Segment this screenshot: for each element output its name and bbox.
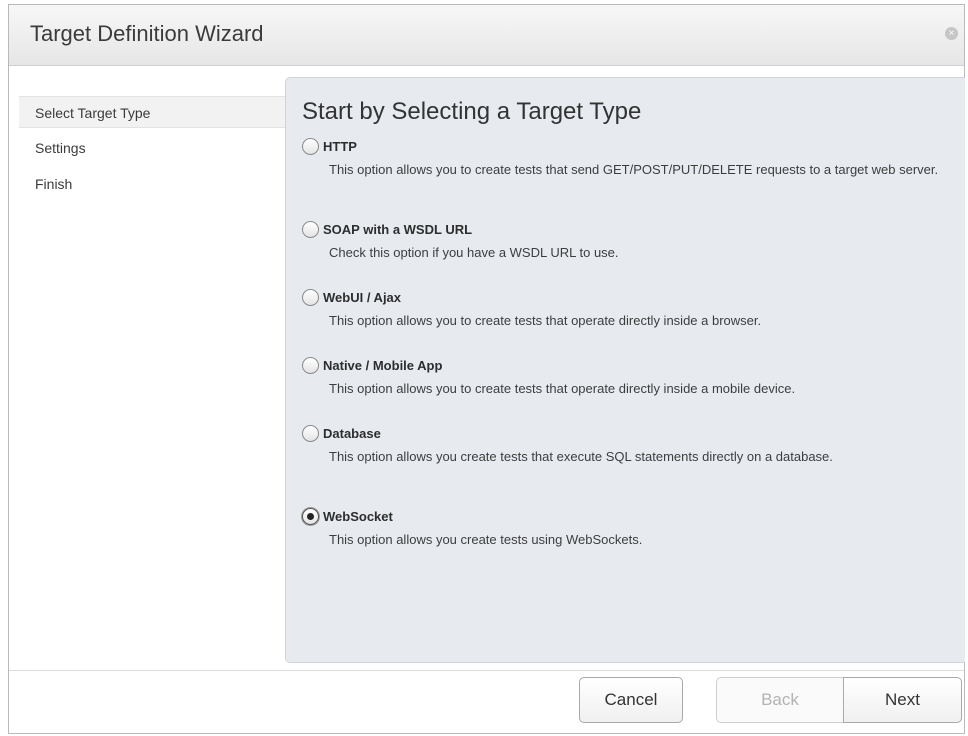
- option-native-mobile: Native / Mobile App This option allows y…: [302, 355, 952, 396]
- dialog-title: Target Definition Wizard: [30, 21, 264, 46]
- option-row-database[interactable]: Database: [302, 423, 952, 445]
- option-row-websocket[interactable]: WebSocket: [302, 506, 952, 528]
- radio-native-mobile[interactable]: [302, 357, 319, 374]
- sidebar-item-finish[interactable]: Finish: [19, 168, 285, 200]
- option-description: This option allows you create tests that…: [329, 449, 833, 464]
- cancel-button[interactable]: Cancel: [579, 677, 683, 723]
- target-type-panel: Start by Selecting a Target Type HTTP Th…: [285, 77, 965, 663]
- option-label: SOAP with a WSDL URL: [323, 222, 473, 237]
- option-soap: SOAP with a WSDL URL Check this option i…: [302, 219, 952, 260]
- option-websocket: WebSocket This option allows you create …: [302, 506, 952, 547]
- radio-websocket-selected[interactable]: [302, 508, 319, 525]
- option-description: Check this option if you have a WSDL URL…: [329, 245, 619, 260]
- option-label: Native / Mobile App: [323, 358, 443, 373]
- option-http: HTTP This option allows you to create te…: [302, 136, 952, 177]
- sidebar-item-settings[interactable]: Settings: [19, 132, 285, 164]
- radio-http[interactable]: [302, 138, 319, 155]
- option-label: Database: [323, 426, 381, 441]
- option-description: This option allows you to create tests t…: [329, 313, 762, 328]
- option-label: WebUI / Ajax: [323, 290, 402, 305]
- back-button[interactable]: Back: [716, 677, 844, 723]
- footer-divider: [9, 670, 964, 671]
- radio-webui-ajax[interactable]: [302, 289, 319, 306]
- option-database: Database This option allows you create t…: [302, 423, 952, 464]
- close-icon[interactable]: ×: [945, 27, 958, 40]
- option-label: WebSocket: [323, 509, 393, 524]
- wizard-dialog: Target Definition Wizard × Select Target…: [8, 4, 965, 734]
- option-description: This option allows you to create tests t…: [329, 381, 796, 396]
- option-webui-ajax: WebUI / Ajax This option allows you to c…: [302, 287, 952, 328]
- radio-soap[interactable]: [302, 221, 319, 238]
- title-bar: Target Definition Wizard ×: [9, 5, 964, 66]
- page-title: Start by Selecting a Target Type: [302, 98, 642, 125]
- wizard-steps-sidebar: Select Target Type Settings Finish: [9, 66, 285, 664]
- option-label: HTTP: [323, 139, 357, 154]
- option-row-native-mobile[interactable]: Native / Mobile App: [302, 355, 952, 377]
- option-row-webui-ajax[interactable]: WebUI / Ajax: [302, 287, 952, 309]
- option-row-http[interactable]: HTTP: [302, 136, 952, 158]
- sidebar-item-select-target-type[interactable]: Select Target Type: [19, 96, 285, 128]
- option-description: This option allows you create tests usin…: [329, 532, 643, 547]
- option-row-soap[interactable]: SOAP with a WSDL URL: [302, 219, 952, 241]
- option-description: This option allows you to create tests t…: [329, 162, 939, 177]
- radio-database[interactable]: [302, 425, 319, 442]
- next-button[interactable]: Next: [843, 677, 962, 723]
